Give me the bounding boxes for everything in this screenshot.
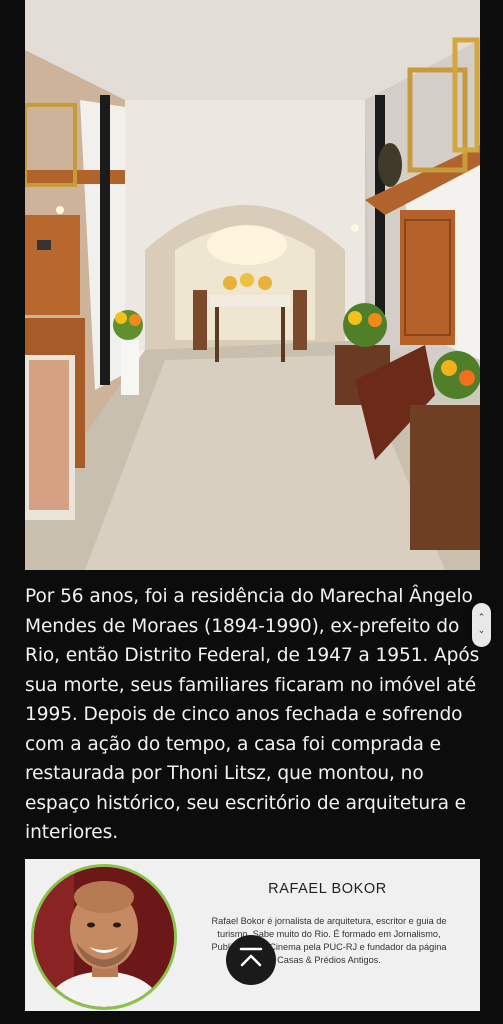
arrow-up-to-top-icon bbox=[238, 947, 264, 973]
article-photo bbox=[25, 0, 480, 570]
scroll-control[interactable]: ⌃ ⌄ bbox=[472, 603, 491, 647]
author-avatar bbox=[31, 864, 177, 1010]
author-name: RAFAEL BOKOR bbox=[268, 881, 387, 897]
article-paragraph: Por 56 anos, foi a residência do Marecha… bbox=[25, 586, 480, 843]
chevron-down-icon[interactable]: ⌄ bbox=[478, 625, 486, 638]
back-to-top-button[interactable] bbox=[226, 935, 276, 985]
chevron-up-icon[interactable]: ⌃ bbox=[478, 612, 486, 625]
